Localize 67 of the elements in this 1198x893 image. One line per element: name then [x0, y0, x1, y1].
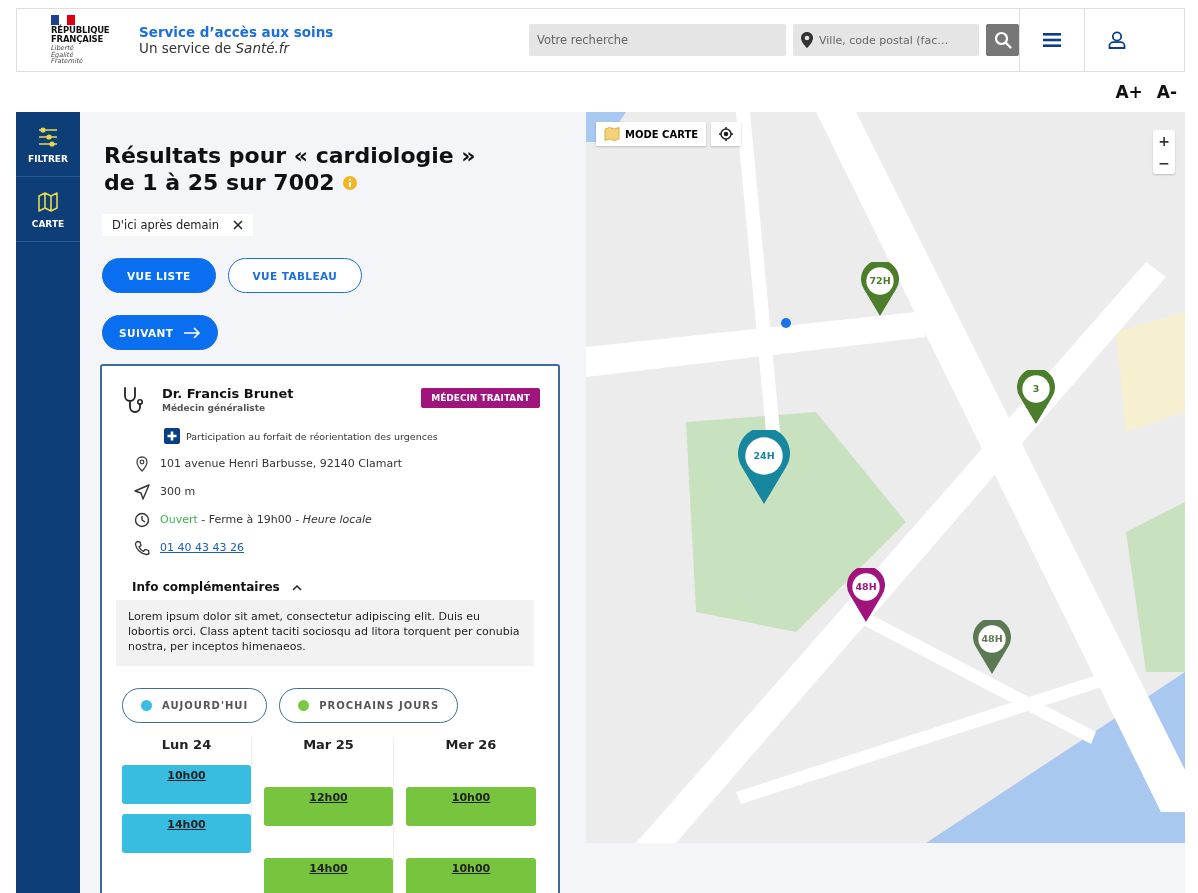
time-slot[interactable]: 10h00 — [122, 765, 251, 804]
pin-label: 48H — [854, 580, 878, 594]
arrow-right-icon — [183, 326, 202, 339]
day-header: Mer 26 — [444, 737, 498, 754]
map-pin[interactable] — [861, 262, 899, 316]
time-slot[interactable]: 12h00 — [264, 787, 393, 826]
opening-hours: Ouvert - Ferme à 19h00 - Heure locale — [160, 513, 372, 526]
view-button[interactable]: VUE LISTE — [102, 258, 216, 293]
pin-label: 48H — [980, 632, 1004, 646]
flag-icon — [51, 15, 75, 26]
map-icon — [37, 191, 59, 213]
info-text: Lorem ipsum dolor sit amet, consectetur adipiscing elit. Duis eu lobortis orci. Class aptent taciti sociosqu ad litora torquent per conubia nostra, per inceptos himenaeos. — [116, 600, 534, 666]
locate-button[interactable] — [711, 122, 741, 146]
map-pin[interactable] — [738, 430, 790, 504]
time-slot[interactable]: 14h00 — [264, 858, 393, 893]
pin-label: 3 — [1031, 382, 1041, 396]
address-text: 101 avenue Henri Barbusse, 92140 Clamart — [160, 457, 403, 470]
doctor-badge: MÉDECIN TRAITANT — [421, 388, 540, 408]
map-mode-button[interactable]: MODE CARTE — [596, 122, 707, 146]
filter-chip-label: D'ici après demain — [112, 218, 220, 232]
distance-text: 300 m — [160, 485, 196, 498]
pin-label: 24H — [752, 449, 776, 463]
plus-icon — [164, 428, 180, 444]
zoom-out-button[interactable]: − — [1153, 152, 1175, 174]
increase-font-button[interactable]: A+ — [1111, 82, 1147, 102]
results-title: de 1 à 25 sur 7002 — [104, 169, 335, 196]
legend-label: AUJOURD'HUI — [162, 700, 249, 711]
info-toggle[interactable]: Info complémentaires — [132, 580, 302, 594]
map-pin[interactable] — [973, 620, 1011, 674]
map-pin[interactable] — [847, 568, 885, 622]
search-icon — [993, 31, 1012, 49]
phone-link[interactable]: 01 40 43 43 26 — [160, 541, 244, 554]
doctor-specialty: Médecin généraliste — [162, 403, 267, 413]
pin-label: 72H — [868, 274, 892, 288]
clock-icon — [134, 511, 150, 528]
zoom-in-button[interactable]: + — [1153, 130, 1175, 152]
chevron-up-icon — [291, 583, 302, 591]
time-slot[interactable]: 14h00 — [122, 814, 251, 853]
republic-name: RÉPUBLIQUE FRANÇAISE — [51, 26, 111, 45]
day-header: Lun 24 — [160, 737, 213, 754]
day-header: Mar 25 — [302, 737, 355, 754]
service-title[interactable]: Service d’accès aux soins — [139, 24, 529, 40]
user-icon[interactable] — [1108, 31, 1126, 49]
info-icon — [342, 175, 357, 190]
legend-label: PROCHAINS JOURS — [319, 700, 440, 711]
results-title: Résultats pour « cardiologie » — [104, 142, 476, 169]
location-field[interactable]: Ville, code postal (fac… — [793, 24, 979, 56]
participation-text: Participation au forfait de réorientation des urgences — [186, 430, 438, 442]
decrease-font-button[interactable]: A- — [1152, 82, 1181, 102]
map-icon — [604, 127, 620, 141]
search-field[interactable]: Votre recherche — [529, 24, 786, 56]
view-button[interactable]: VUE TABLEAU — [227, 258, 363, 293]
close-icon[interactable] — [233, 220, 244, 230]
search-button[interactable] — [986, 24, 1019, 56]
location-pin-icon — [134, 455, 150, 472]
phone-icon — [134, 539, 150, 556]
time-slot[interactable]: 10h00 — [406, 787, 536, 826]
map-pin[interactable] — [1017, 370, 1055, 424]
sliders-icon — [37, 126, 59, 148]
location-pin-icon — [801, 32, 813, 48]
time-slot[interactable]: 10h00 — [406, 858, 536, 893]
doctor-name[interactable]: Dr. Francis Brunet — [162, 386, 422, 401]
navigation-arrow-icon — [134, 483, 150, 500]
next-button[interactable]: SUIVANT — [102, 315, 219, 350]
menu-icon[interactable] — [1043, 33, 1061, 47]
target-icon — [719, 127, 733, 141]
service-subtitle: Un service de Santé.fr — [139, 40, 291, 56]
